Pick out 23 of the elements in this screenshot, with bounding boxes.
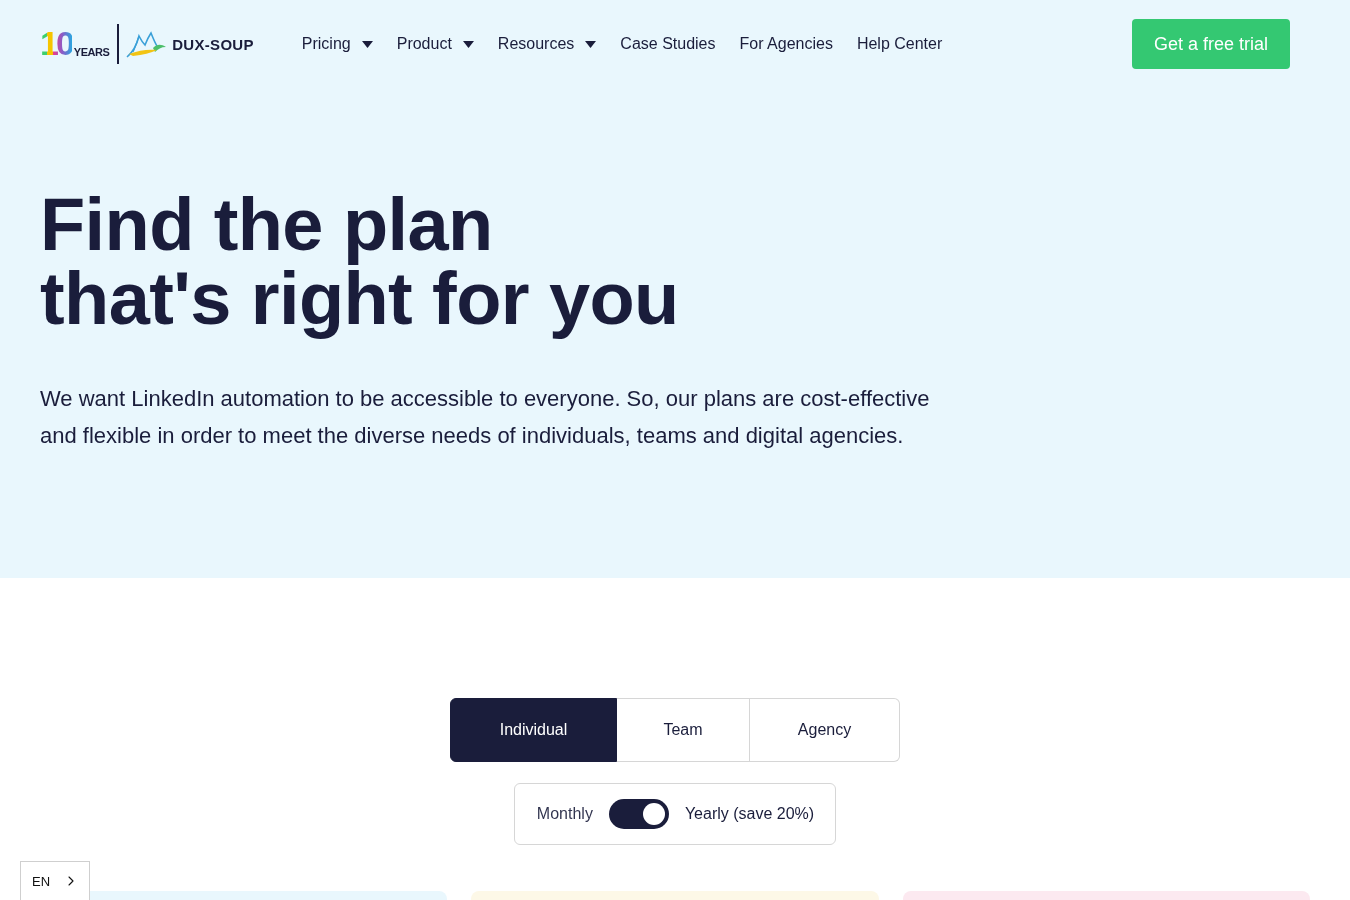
nav-dropdown-link[interactable]: Resources <box>497 35 597 53</box>
anniversary-label: YEARS <box>73 47 110 58</box>
billing-switch[interactable] <box>608 799 669 829</box>
nav-link[interactable]: Case Studies <box>620 35 716 53</box>
language-switcher[interactable]: EN <box>20 861 90 900</box>
nav-label: Pricing <box>301 35 351 53</box>
yearly-label: Yearly (save 20%) <box>684 805 815 823</box>
plan-tab[interactable]: Agency <box>750 698 900 762</box>
bird-logo-icon <box>125 30 168 58</box>
caret-down-icon <box>462 40 474 48</box>
nav-label: Product <box>396 35 452 53</box>
caret-down-icon <box>361 40 373 48</box>
plan-tab[interactable]: Individual <box>450 698 617 762</box>
monthly-label: Monthly <box>536 805 593 823</box>
nav-label: Resources <box>497 35 575 53</box>
caret-down-icon <box>585 40 597 48</box>
brand-name: DUX-SOUP <box>172 35 254 53</box>
hero-description: We want LinkedIn automation to be accessible to everyone. So, our plans are cost-effective and flexible in order to meet the diverse needs of individuals, teams and digital agencies. <box>40 385 931 450</box>
nav-dropdown-link[interactable]: Pricing <box>301 35 373 53</box>
nav-dropdown-link[interactable]: Product <box>396 35 474 53</box>
nav-link[interactable]: Help Center <box>856 35 943 53</box>
nav-link[interactable]: For Agencies <box>739 35 833 53</box>
plan-tab[interactable]: Team <box>617 698 750 762</box>
